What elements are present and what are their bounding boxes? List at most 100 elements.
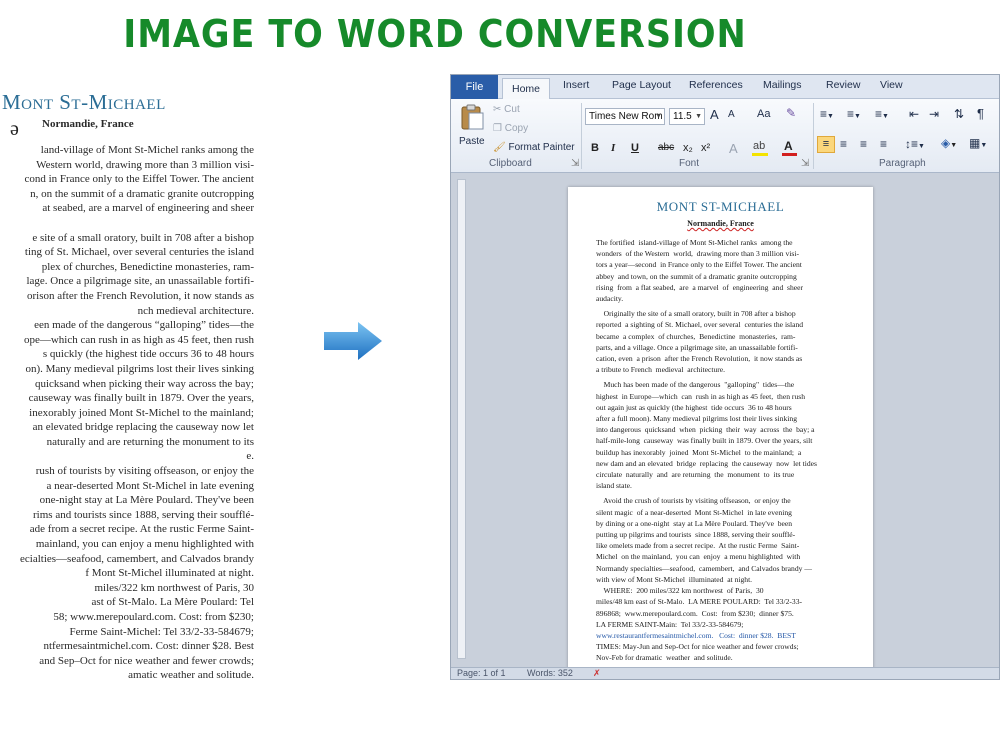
page-count[interactable]: Page: 1 of 1 bbox=[457, 668, 506, 678]
text-effects-icon[interactable]: A bbox=[729, 141, 738, 156]
scan-line: causeway was finally built in 1879. Over… bbox=[28, 392, 254, 405]
banner-title: IMAGE TO WORD CONVERSION bbox=[123, 12, 747, 56]
document-line: buildup has inexorably joined Mont St-Mi… bbox=[596, 447, 802, 457]
document-line: The fortified island-village of Mont St-… bbox=[596, 238, 793, 247]
shrink-font-button[interactable]: A bbox=[728, 109, 735, 120]
paste-button[interactable]: Paste bbox=[457, 103, 487, 153]
scan-line bbox=[0, 216, 254, 231]
align-left-button[interactable]: ≡ bbox=[817, 136, 835, 153]
scan-line: plex of churches, Benedictine monasterie… bbox=[41, 260, 254, 273]
format-painter-button[interactable]: 🖌 Format Painter bbox=[493, 142, 575, 153]
scan-line: amatic weather and solitude. bbox=[128, 669, 254, 682]
scan-line: f Mont St-Michel illuminated at night. bbox=[85, 567, 254, 580]
paste-icon bbox=[461, 104, 484, 130]
scan-line: and Sep–Oct for nice weather and fewer c… bbox=[39, 654, 254, 667]
document-line: with view of Mont St-Michel illuminated … bbox=[596, 574, 753, 584]
document-line: new dam and an elevated bridge replacing… bbox=[596, 458, 817, 468]
highlight-color-button[interactable]: ab bbox=[751, 140, 771, 158]
document-line: reported a sighting of St. Michael, over… bbox=[596, 320, 804, 330]
tab-home[interactable]: Home bbox=[502, 78, 550, 100]
tab-mailings[interactable]: Mailings bbox=[763, 79, 802, 91]
bullets-button[interactable]: ≡▼ bbox=[820, 107, 834, 121]
scan-line: ast of St-Malo. La Mère Poulard: Tel bbox=[91, 596, 254, 609]
multilevel-list-button[interactable]: ≡▼ bbox=[875, 107, 889, 121]
scan-line: Ferme Saint-Michel: Tel 33/2-33-584679; bbox=[69, 625, 254, 638]
tab-references[interactable]: References bbox=[689, 79, 743, 91]
document-line: audacity. bbox=[596, 294, 624, 304]
chevron-down-icon: ▼ bbox=[695, 113, 702, 120]
scan-line: one-night stay at La Mère Poulard. They'… bbox=[39, 494, 254, 507]
document-line: miles/48 km east of St-Malo. LA MERE POU… bbox=[596, 597, 803, 607]
tab-insert[interactable]: Insert bbox=[563, 79, 589, 91]
italic-button[interactable]: I bbox=[611, 142, 615, 154]
document-body[interactable]: The fortified island-village of Mont St-… bbox=[596, 237, 854, 664]
clipboard-group-label: Clipboard bbox=[489, 158, 532, 169]
scan-line: on). Many medieval pilgrims lost their l… bbox=[25, 362, 254, 375]
document-line: Michel on the mainland, you can enjoy a … bbox=[596, 552, 801, 562]
copy-button[interactable]: ❐ Copy bbox=[493, 123, 528, 134]
scanned-page-image: Mont St-Michael ə Normandie, France land… bbox=[0, 85, 262, 705]
scissors-icon: ✂ bbox=[493, 104, 502, 115]
scan-title: Mont St-Michael bbox=[2, 90, 166, 114]
scan-line: rims and tourists since 1888, serving th… bbox=[33, 508, 254, 521]
document-line: abbey and town, on the summit of a drama… bbox=[596, 271, 797, 281]
document-subtitle: Normandie, France bbox=[687, 219, 754, 228]
align-center-button[interactable]: ≡ bbox=[840, 137, 847, 151]
grow-font-button[interactable]: A bbox=[710, 107, 719, 122]
sort-button[interactable]: ⇅ bbox=[954, 107, 964, 121]
change-case-button[interactable]: Aa bbox=[757, 108, 770, 120]
tab-view[interactable]: View bbox=[880, 79, 903, 91]
clipboard-launcher-icon[interactable]: ⇲ bbox=[571, 158, 579, 169]
highlight-color-swatch bbox=[752, 153, 768, 156]
proofing-icon[interactable]: ✗ bbox=[593, 668, 601, 679]
document-line: half-mile-long causeway was finally buil… bbox=[596, 436, 813, 446]
decrease-indent-button[interactable]: ⇤ bbox=[909, 107, 919, 121]
font-color-swatch bbox=[782, 153, 797, 156]
scan-line: land-village of Mont St-Michel ranks amo… bbox=[40, 144, 254, 156]
scan-line: ope—which can rush in as high as 45 feet… bbox=[23, 333, 254, 346]
strikethrough-button[interactable]: abc bbox=[658, 142, 674, 153]
scan-line: miles/322 km northwest of Paris, 30 bbox=[94, 581, 255, 594]
line-spacing-button[interactable]: ↕≡▼ bbox=[905, 137, 925, 151]
scan-line: mainland, you can enjoy a menu highlight… bbox=[35, 538, 254, 551]
document-line: by dining or a one-night stay at La Mère… bbox=[596, 518, 793, 528]
paste-label: Paste bbox=[459, 136, 485, 147]
paragraph-group: ≡▼ ≡▼ ≡▼ ⇤ ⇥ ⇅ ¶ ≡ ≡ ≡ ≡ ↕≡▼ ◈▼ ▦▼ bbox=[817, 105, 999, 157]
document-line: putting up pilgrims and tourists since 1… bbox=[596, 530, 796, 540]
font-group-label: Font bbox=[679, 158, 700, 169]
cut-button[interactable]: ✂ Cut bbox=[493, 104, 520, 115]
document-line: parts, and a village. Once a pilgrimage … bbox=[596, 342, 798, 352]
scan-line: a near-deserted Mont St-Michel in late e… bbox=[46, 479, 255, 492]
tab-review[interactable]: Review bbox=[826, 79, 860, 91]
font-size-combo[interactable]: 11.5 ▼ bbox=[669, 108, 705, 125]
scan-line: ade from a secret recipe. At the rustic … bbox=[29, 523, 254, 536]
document-area: MONT ST-MICHAEL Normandie, France The fo… bbox=[451, 173, 999, 671]
scan-line: ntfermesaintmichel.com. Cost: dinner $28… bbox=[43, 640, 255, 653]
document-line: highest in Europe—which can rush in as h… bbox=[596, 391, 805, 401]
align-right-button[interactable]: ≡ bbox=[860, 137, 867, 151]
tab-file[interactable]: File bbox=[451, 75, 498, 99]
document-line: wonders of the Western world, drawing mo… bbox=[596, 249, 799, 259]
document-page[interactable]: MONT ST-MICHAEL Normandie, France The fo… bbox=[568, 187, 873, 671]
increase-indent-button[interactable]: ⇥ bbox=[929, 107, 939, 121]
justify-button[interactable]: ≡ bbox=[880, 137, 887, 151]
scan-line: nch medieval architecture. bbox=[137, 304, 254, 317]
arrow-right-icon bbox=[324, 322, 382, 360]
bold-button[interactable]: B bbox=[591, 142, 599, 154]
document-line: after a full moon). Many medieval pilgri… bbox=[596, 414, 797, 424]
font-name-combo[interactable]: Times New Rom ▼ bbox=[585, 108, 665, 125]
font-launcher-icon[interactable]: ⇲ bbox=[801, 158, 809, 169]
tab-page-layout[interactable]: Page Layout bbox=[612, 79, 671, 91]
underline-button[interactable]: U bbox=[631, 142, 639, 154]
scan-line: Western world, drawing more than 3 milli… bbox=[36, 158, 254, 171]
numbering-button[interactable]: ≡▼ bbox=[847, 107, 861, 121]
subscript-button[interactable]: x₂ bbox=[683, 142, 693, 154]
clear-format-icon[interactable]: ✎ bbox=[786, 106, 796, 120]
font-color-button[interactable]: A bbox=[781, 139, 799, 157]
word-count[interactable]: Words: 352 bbox=[527, 668, 573, 678]
superscript-button[interactable]: x² bbox=[701, 142, 710, 154]
borders-button[interactable]: ▦▼ bbox=[969, 136, 987, 150]
shading-button[interactable]: ◈▼ bbox=[941, 136, 957, 150]
scan-line: cond in France only to the Eiffel Tower.… bbox=[24, 173, 254, 186]
show-marks-button[interactable]: ¶ bbox=[977, 106, 984, 121]
